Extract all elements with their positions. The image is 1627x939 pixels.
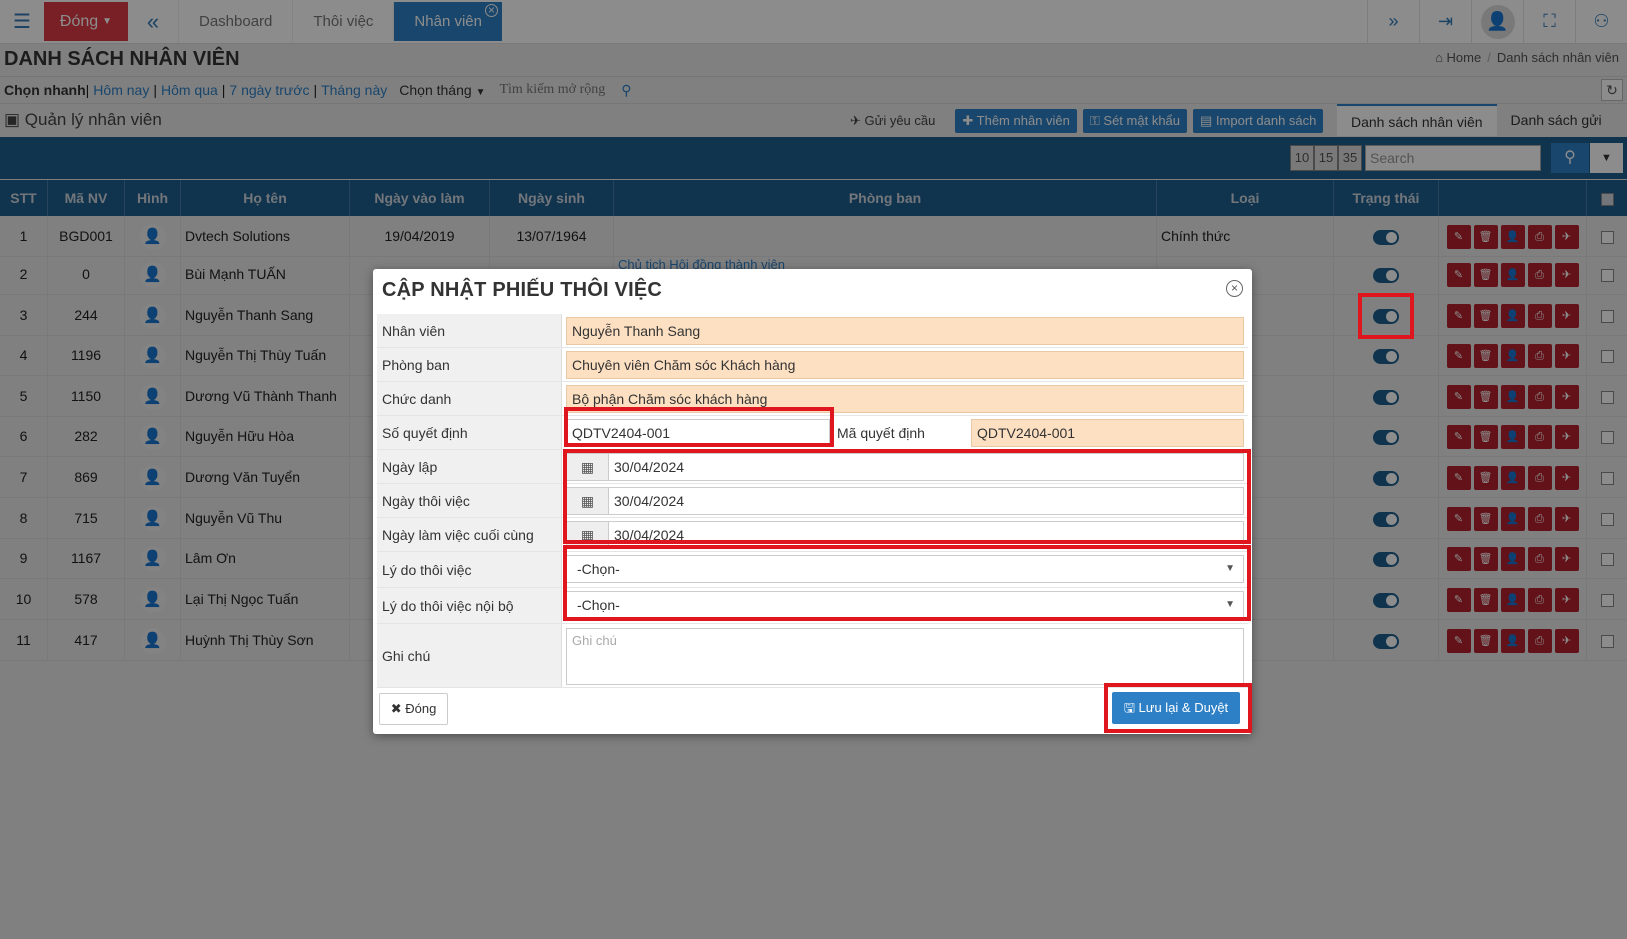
internal-reason-label: Lý do thôi việc nội bộ: [377, 588, 562, 623]
highlight-decision-no: [564, 407, 834, 447]
department-field: Chuyên viên Chăm sóc Khách hàng: [566, 351, 1244, 379]
row-employee: Nhân viên Nguyễn Thanh Sang: [377, 314, 1248, 348]
position-label: Chức danh: [377, 382, 562, 415]
created-date-label: Ngày lập: [377, 450, 562, 483]
decision-code-label: Mã quyết định: [837, 425, 925, 441]
employee-field: Nguyễn Thanh Sang: [566, 317, 1244, 345]
row-note: Ghi chú Ghi chú: [377, 624, 1248, 688]
page: ☰ Đóng ▼ « Dashboard Thôi việc Nhân viên ×…: [0, 0, 1627, 939]
decision-code-field: QDTV2404-001: [971, 419, 1244, 447]
resign-date-label: Ngày thôi việc: [377, 484, 562, 517]
reason-label: Lý do thôi việc: [377, 552, 562, 587]
close-label: Đóng: [405, 701, 437, 716]
row-department: Phòng ban Chuyên viên Chăm sóc Khách hàn…: [377, 348, 1248, 382]
highlight-save-button: [1104, 683, 1252, 733]
close-button[interactable]: ✖ Đóng: [379, 693, 448, 725]
last-day-label: Ngày làm việc cuối cùng: [377, 518, 562, 551]
close-circle-icon[interactable]: ×: [1226, 280, 1243, 297]
close-icon: ✖: [390, 701, 406, 716]
highlight-dates: [563, 449, 1251, 544]
note-textarea[interactable]: Ghi chú: [566, 628, 1244, 685]
modal-title: CẬP NHẬT PHIẾU THÔI VIỆC: [382, 279, 663, 301]
decision-no-label: Số quyết định: [377, 416, 562, 449]
employee-label: Nhân viên: [377, 314, 562, 347]
highlight-reasons: [563, 545, 1251, 621]
note-label: Ghi chú: [377, 624, 562, 687]
highlight-status-toggle: [1358, 293, 1414, 339]
resignation-modal: CẬP NHẬT PHIẾU THÔI VIỆC × Nhân viên Ngu…: [373, 269, 1252, 734]
department-label: Phòng ban: [377, 348, 562, 381]
